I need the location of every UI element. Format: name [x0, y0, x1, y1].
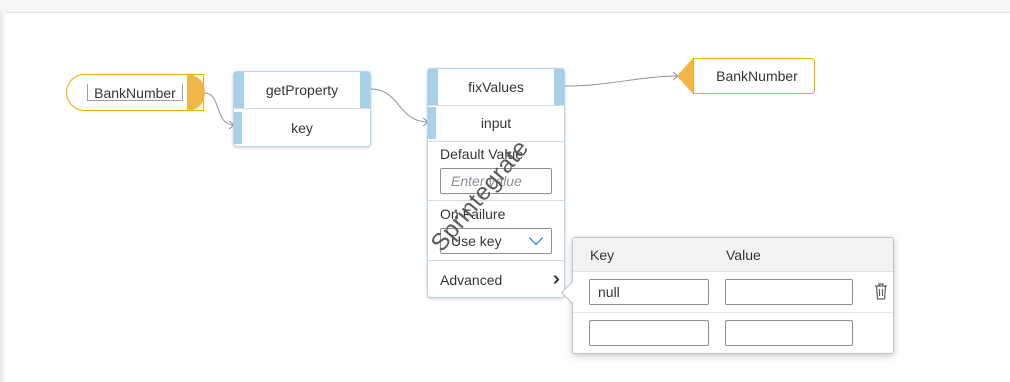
target-node-input-handle[interactable] [677, 58, 693, 94]
row-divider [573, 312, 893, 313]
value-mapping-popover: Key Value null [560, 237, 894, 354]
source-node-output-handle[interactable] [187, 74, 205, 111]
chevron-down-icon[interactable] [528, 230, 544, 246]
value-column-header: Value [726, 247, 761, 263]
trash-icon[interactable] [874, 283, 888, 305]
fixvalues-header[interactable]: fixValues [428, 69, 564, 106]
mapping-table-header: Key Value [573, 238, 893, 272]
target-node-banknumber[interactable]: BankNumber [677, 58, 815, 94]
advanced-label: Advanced [440, 272, 503, 288]
wire-fixvalues-to-target [564, 75, 679, 87]
mapping-value-input[interactable] [725, 320, 853, 346]
fixvalues-input-port[interactable]: input [428, 105, 564, 142]
key-column-header: Key [590, 247, 615, 263]
getproperty-header[interactable]: getProperty [234, 72, 370, 109]
getproperty-key-port[interactable]: key [234, 110, 370, 146]
source-node-label: BankNumber [87, 84, 183, 101]
mapping-key-input[interactable] [589, 320, 709, 346]
wire-getproperty-to-fixvalues [370, 88, 429, 123]
source-node-banknumber[interactable]: BankNumber [66, 74, 205, 111]
mapping-value-input[interactable] [725, 279, 853, 305]
wire-source-to-getproperty [203, 92, 235, 126]
target-node-label: BankNumber [716, 68, 798, 84]
double-chevron-right-icon[interactable]: ›› [553, 269, 562, 289]
divider [428, 200, 564, 201]
divider [428, 260, 564, 261]
mapping-key-input[interactable]: null [589, 279, 709, 305]
getproperty-function-node[interactable]: getProperty key [233, 71, 371, 147]
